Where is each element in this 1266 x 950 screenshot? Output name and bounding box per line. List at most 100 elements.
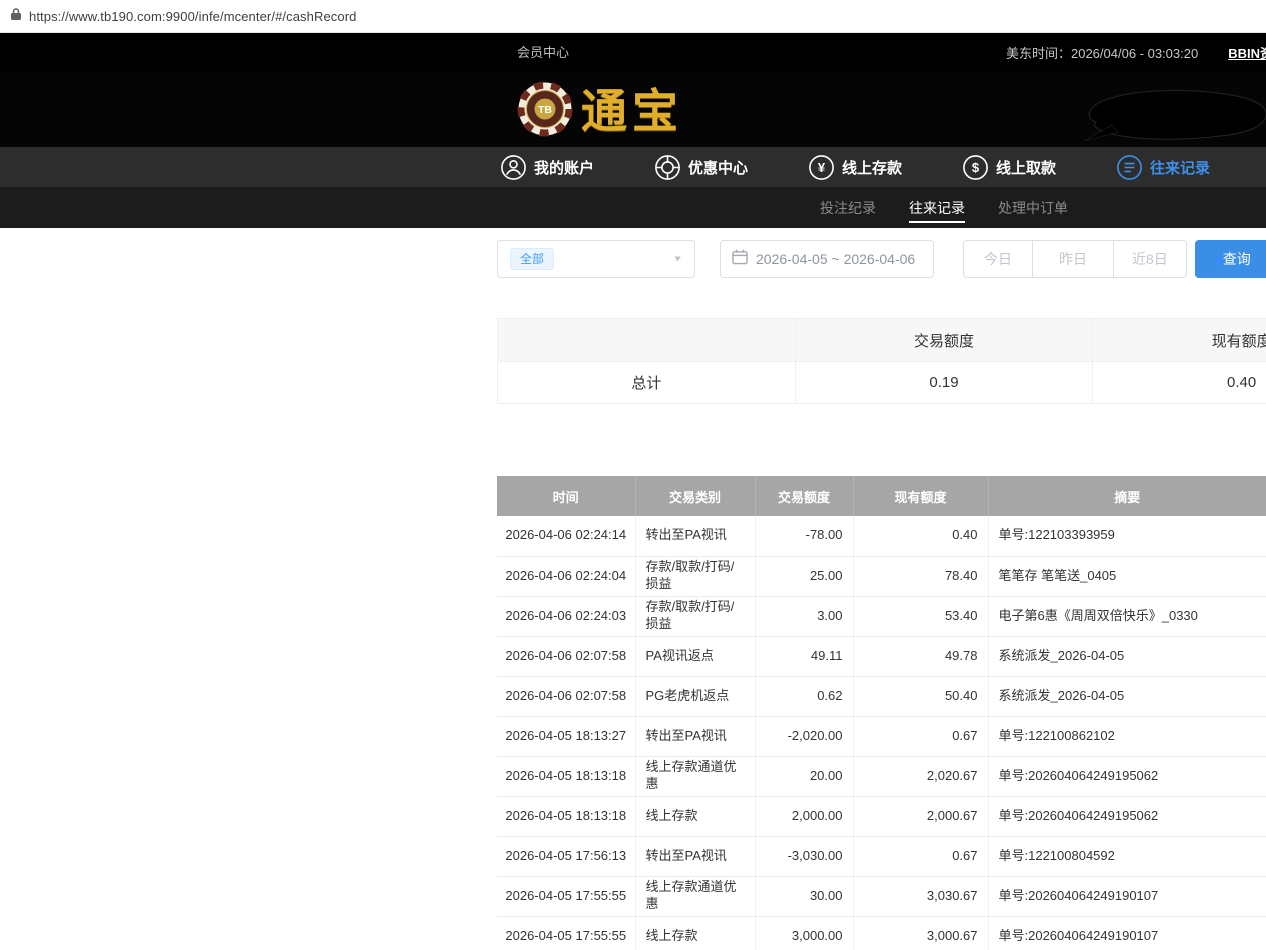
date-range-value: 2026-04-05 ~ 2026-04-06 — [756, 251, 915, 267]
svg-text:$: $ — [972, 160, 980, 175]
nav-item-online-withdrawal[interactable]: $ 线上取款 — [962, 154, 1056, 181]
cell-summary: 单号:202604064249190107 — [988, 916, 1266, 950]
yesterday-button[interactable]: 昨日 — [1032, 240, 1114, 278]
table-row: 2026-04-05 18:13:18线上存款2,000.002,000.67单… — [497, 796, 1266, 836]
cell-summary: 单号:122103393959 — [988, 516, 1266, 556]
subnav-item-transaction-records[interactable]: 往来记录 — [909, 187, 965, 228]
cell-balance: 78.40 — [853, 556, 988, 596]
brand-name: 通宝 — [581, 84, 683, 140]
nav-item-promotions[interactable]: 优惠中心 — [654, 154, 748, 181]
cell-time: 2026-04-06 02:24:14 — [497, 516, 635, 556]
summary-total-balance: 0.40 — [1093, 362, 1266, 404]
table-row: 2026-04-05 18:13:27转出至PA视讯-2,020.000.67单… — [497, 716, 1266, 756]
search-button[interactable]: 查询 — [1195, 240, 1266, 278]
quick-date-buttons: 今日 昨日 近8日 — [963, 240, 1187, 278]
cell-time: 2026-04-06 02:07:58 — [497, 636, 635, 676]
cell-time: 2026-04-06 02:07:58 — [497, 676, 635, 716]
cell-amount: 3.00 — [755, 596, 853, 636]
cell-amount: 3,000.00 — [755, 916, 853, 950]
today-button[interactable]: 今日 — [963, 240, 1033, 278]
cell-summary: 单号:202604064249190107 — [988, 876, 1266, 916]
table-row: 2026-04-05 17:56:13转出至PA视讯-3,030.000.67单… — [497, 836, 1266, 876]
header-transaction-amount: 交易额度 — [755, 476, 853, 516]
cell-summary: 笔笔存 笔笔送_0405 — [988, 556, 1266, 596]
cell-time: 2026-04-05 17:55:55 — [497, 876, 635, 916]
cell-summary: 单号:122100862102 — [988, 716, 1266, 756]
records-table-body: 2026-04-06 02:24:14转出至PA视讯-78.000.40单号:1… — [497, 516, 1266, 950]
browser-address-bar[interactable]: https://www.tb190.com:9900/infe/mcenter/… — [0, 0, 1266, 33]
cell-summary: 单号:122100804592 — [988, 836, 1266, 876]
deposit-icon: ¥ — [808, 154, 835, 181]
cell-balance: 49.78 — [853, 636, 988, 676]
subnav-item-processing-orders[interactable]: 处理中订单 — [998, 187, 1068, 228]
cell-amount: 30.00 — [755, 876, 853, 916]
nav-label: 线上取款 — [996, 157, 1056, 178]
cell-type: 线上存款通道优惠 — [635, 756, 755, 796]
cell-balance: 0.67 — [853, 716, 988, 756]
cell-type: 线上存款 — [635, 916, 755, 950]
url-text: https://www.tb190.com:9900/infe/mcenter/… — [29, 9, 356, 24]
brand-logo[interactable]: TB 通宝 — [517, 81, 683, 142]
last-8-days-button[interactable]: 近8日 — [1113, 240, 1187, 278]
nav-label: 线上存款 — [842, 157, 902, 178]
summary-total-label: 总计 — [498, 362, 796, 404]
bbin-link[interactable]: BBIN资 — [1228, 43, 1266, 62]
cell-amount: 0.62 — [755, 676, 853, 716]
cell-type: 存款/取款/打码/损益 — [635, 596, 755, 636]
category-select[interactable]: 全部 ▼ — [497, 240, 695, 278]
records-table: 时间 交易类别 交易额度 现有额度 摘要 2026-04-06 02:24:14… — [497, 476, 1266, 950]
table-row: 2026-04-05 17:55:55线上存款通道优惠30.003,030.67… — [497, 876, 1266, 916]
nav-item-transaction-records[interactable]: 往来记录 — [1116, 154, 1210, 181]
records-icon — [1116, 154, 1143, 181]
table-row: 2026-04-06 02:24:14转出至PA视讯-78.000.40单号:1… — [497, 516, 1266, 556]
category-selected-tag[interactable]: 全部 — [510, 248, 554, 270]
cell-summary: 系统派发_2026-04-05 — [988, 676, 1266, 716]
summary-table: 交易额度 现有额度 总计 0.19 0.40 — [497, 318, 1266, 404]
cell-time: 2026-04-05 18:13:18 — [497, 756, 635, 796]
user-icon — [500, 154, 527, 181]
cell-amount: -3,030.00 — [755, 836, 853, 876]
cell-summary: 电子第6惠《周周双倍快乐》_0330 — [988, 596, 1266, 636]
cell-balance: 3,000.67 — [853, 916, 988, 950]
cell-time: 2026-04-05 18:13:27 — [497, 716, 635, 756]
cell-balance: 0.40 — [853, 516, 988, 556]
table-row: 2026-04-06 02:24:04存款/取款/打码/损益25.0078.40… — [497, 556, 1266, 596]
cell-type: PA视讯返点 — [635, 636, 755, 676]
cell-balance: 3,030.67 — [853, 876, 988, 916]
summary-header-row: 交易额度 现有额度 — [498, 319, 1266, 362]
subnav-item-bet-records[interactable]: 投注纪录 — [820, 187, 876, 228]
eastern-time-label: 美东时间：2026/04/06 - 03:03:20 — [1006, 43, 1198, 62]
header-time: 时间 — [497, 476, 635, 516]
cell-summary: 单号:202604064249195062 — [988, 796, 1266, 836]
cell-time: 2026-04-06 02:24:04 — [497, 556, 635, 596]
cell-amount: 20.00 — [755, 756, 853, 796]
cell-type: 存款/取款/打码/损益 — [635, 556, 755, 596]
date-range-input[interactable]: 2026-04-05 ~ 2026-04-06 — [720, 240, 934, 278]
cell-type: 转出至PA视讯 — [635, 516, 755, 556]
svg-text:TB: TB — [538, 104, 552, 116]
table-row: 2026-04-06 02:07:58PG老虎机返点0.6250.40系统派发_… — [497, 676, 1266, 716]
cell-balance: 53.40 — [853, 596, 988, 636]
records-table-header: 时间 交易类别 交易额度 现有额度 摘要 — [497, 476, 1266, 516]
cell-type: 线上存款 — [635, 796, 755, 836]
nav-item-my-account[interactable]: 我的账户 — [500, 154, 594, 181]
topbar-right: 美东时间：2026/04/06 - 03:03:20 BBIN资 — [1006, 33, 1266, 72]
svg-text:¥: ¥ — [818, 160, 826, 175]
summary-total-transaction: 0.19 — [795, 362, 1093, 404]
promo-icon — [654, 154, 681, 181]
top-bar: 会员中心 美东时间：2026/04/06 - 03:03:20 BBIN资 — [0, 33, 1266, 72]
cell-summary: 单号:202604064249195062 — [988, 756, 1266, 796]
member-center-label: 会员中心 — [517, 33, 569, 72]
nav-item-online-deposit[interactable]: ¥ 线上存款 — [808, 154, 902, 181]
cell-amount: -78.00 — [755, 516, 853, 556]
nav-label: 往来记录 — [1150, 157, 1210, 178]
table-row: 2026-04-06 02:24:03存款/取款/打码/损益3.0053.40电… — [497, 596, 1266, 636]
table-row: 2026-04-06 02:07:58PA视讯返点49.1149.78系统派发_… — [497, 636, 1266, 676]
cell-amount: 25.00 — [755, 556, 853, 596]
cell-type: 线上存款通道优惠 — [635, 876, 755, 916]
cell-time: 2026-04-05 17:56:13 — [497, 836, 635, 876]
cell-balance: 2,000.67 — [853, 796, 988, 836]
nav-label: 我的账户 — [534, 157, 594, 178]
withdraw-icon: $ — [962, 154, 989, 181]
cell-balance: 0.67 — [853, 836, 988, 876]
